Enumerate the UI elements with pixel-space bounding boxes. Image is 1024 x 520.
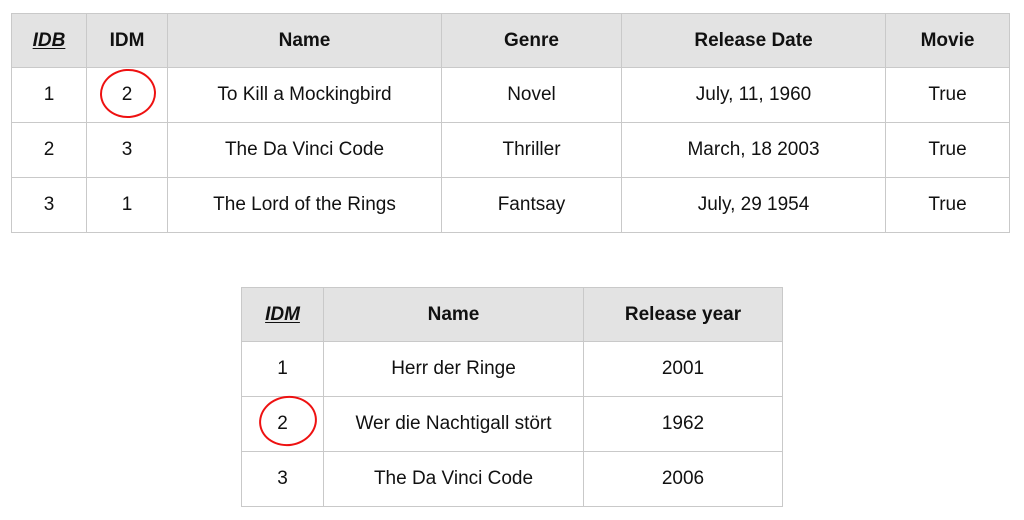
table-row[interactable]: 2 3 The Da Vinci Code Thriller March, 18…: [11, 122, 1010, 178]
column-header-name[interactable]: Name: [167, 13, 442, 68]
column-header-idb[interactable]: IDB: [11, 13, 87, 68]
cell-idb: 2: [11, 122, 87, 178]
table-row[interactable]: 1 Herr der Ringe 2001: [241, 341, 783, 397]
cell-idm: 2: [241, 396, 324, 452]
cell-name: The Da Vinci Code: [167, 122, 442, 178]
cell-name: The Lord of the Rings: [167, 177, 442, 233]
cell-idb: 3: [11, 177, 87, 233]
column-header-release-date-label: Release Date: [694, 29, 813, 51]
cell-genre: Thriller: [441, 122, 622, 178]
movies-table: IDM Name Release year 1 Herr der Ringe 2…: [241, 287, 783, 507]
column-header-genre[interactable]: Genre: [441, 13, 622, 68]
cell-release-year: 2006: [583, 451, 783, 507]
table-row[interactable]: 3 The Da Vinci Code 2006: [241, 451, 783, 507]
movies-table-header-row: IDM Name Release year: [241, 287, 783, 342]
cell-release-year: 1962: [583, 396, 783, 452]
cell-name: Wer die Nachtigall stört: [323, 396, 584, 452]
cell-name: Herr der Ringe: [323, 341, 584, 397]
cell-movie: True: [885, 177, 1010, 233]
cell-name: The Da Vinci Code: [323, 451, 584, 507]
column-header-name[interactable]: Name: [323, 287, 584, 342]
cell-idm: 1: [86, 177, 168, 233]
column-header-genre-label: Genre: [504, 29, 559, 51]
column-header-movie[interactable]: Movie: [885, 13, 1010, 68]
column-header-name-label: Name: [427, 303, 480, 325]
table-row[interactable]: 1 2 To Kill a Mockingbird Novel July, 11…: [11, 67, 1010, 123]
column-header-release-year-label: Release year: [624, 303, 742, 325]
column-header-idb-label: IDB: [32, 29, 66, 51]
column-header-idm[interactable]: IDM: [86, 13, 168, 68]
cell-release-date: March, 18 2003: [621, 122, 886, 178]
cell-release-date: July, 29 1954: [621, 177, 886, 233]
books-table-container: IDB IDM Name Genre Release Date Movie 1 …: [11, 13, 1010, 233]
table-row[interactable]: 2 Wer die Nachtigall stört 1962: [241, 396, 783, 452]
column-header-release-date[interactable]: Release Date: [621, 13, 886, 68]
column-header-idm-label: IDM: [109, 29, 145, 51]
column-header-idm[interactable]: IDM: [241, 287, 324, 342]
cell-movie: True: [885, 67, 1010, 123]
column-header-idm-label: IDM: [265, 303, 300, 325]
cell-idm: 1: [241, 341, 324, 397]
cell-movie: True: [885, 122, 1010, 178]
cell-idb: 1: [11, 67, 87, 123]
movies-table-container: IDM Name Release year 1 Herr der Ringe 2…: [241, 287, 783, 507]
cell-release-date: July, 11, 1960: [621, 67, 886, 123]
cell-release-year: 2001: [583, 341, 783, 397]
books-table-header-row: IDB IDM Name Genre Release Date Movie: [11, 13, 1010, 68]
books-table: IDB IDM Name Genre Release Date Movie 1 …: [11, 13, 1010, 233]
column-header-release-year[interactable]: Release year: [583, 287, 783, 342]
column-header-movie-label: Movie: [920, 29, 975, 51]
cell-idm: 3: [86, 122, 168, 178]
cell-genre: Fantsay: [441, 177, 622, 233]
column-header-name-label: Name: [278, 29, 331, 51]
cell-name: To Kill a Mockingbird: [167, 67, 442, 123]
cell-idm: 2: [86, 67, 168, 123]
cell-idm: 3: [241, 451, 324, 507]
cell-genre: Novel: [441, 67, 622, 123]
table-row[interactable]: 3 1 The Lord of the Rings Fantsay July, …: [11, 177, 1010, 233]
